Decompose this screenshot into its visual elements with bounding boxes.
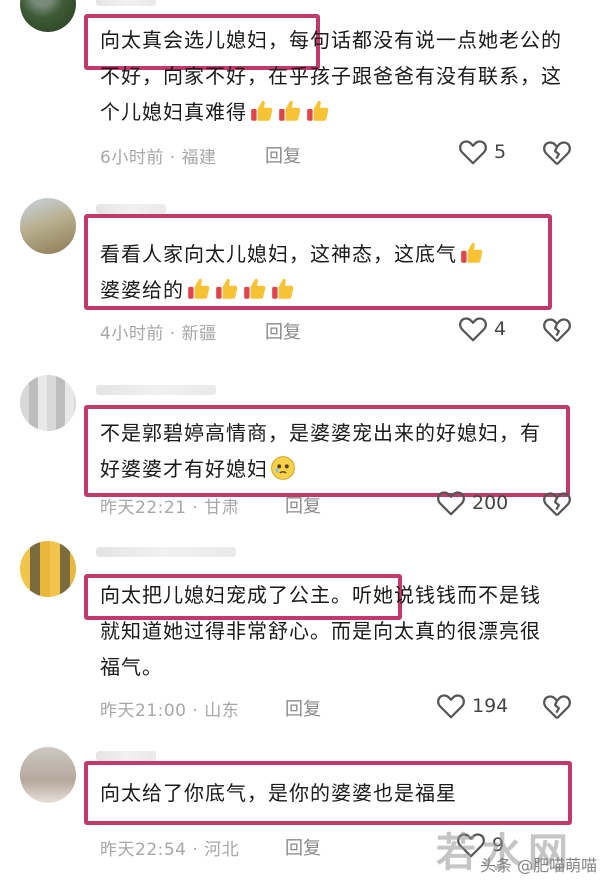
heart-outline-icon: [437, 491, 465, 516]
broken-heart-icon[interactable]: [542, 316, 572, 344]
meta-separator: ·: [163, 324, 182, 344]
avatar[interactable]: [20, 747, 76, 803]
like-count: 194: [472, 695, 509, 717]
avatar[interactable]: [20, 541, 76, 597]
reply-button[interactable]: 回复: [265, 318, 301, 344]
comment-time: 昨天22:21: [100, 498, 187, 518]
watermark-caption: 头条 @肥喵萌喵: [480, 856, 598, 875]
username-blurred: [96, 204, 166, 214]
comment-time: 4小时前: [100, 324, 164, 344]
thumbs-up-emoji-icon: [279, 100, 301, 121]
like-button[interactable]: 5: [458, 138, 506, 166]
like-button[interactable]: 200: [436, 489, 508, 517]
reply-button[interactable]: 回复: [285, 695, 321, 721]
avatar[interactable]: [20, 375, 76, 431]
comment-text-body: 向太真会选儿媳妇，每句话都没有说一点她老公的不好，向家不好，在乎孩子跟爸爸有没有…: [100, 28, 562, 124]
comment-text-body: 不是郭碧婷高情商，是婆婆宠出来的好媳妇，有好婆婆才有好媳妇: [100, 421, 541, 481]
heart-outline-icon: [437, 694, 465, 719]
meta-separator: ·: [186, 701, 205, 721]
comment-1: 向太真会选儿媳妇，每句话都没有说一点她老公的不好，向家不好，在乎孩子跟爸爸有没有…: [0, 0, 600, 190]
reply-button[interactable]: 回复: [285, 834, 321, 860]
thumbs-up-emoji-icon: [272, 278, 294, 299]
broken-heart-icon[interactable]: [542, 490, 572, 518]
comment-4: 向太把儿媳妇宠成了公主。听她说钱钱而不是钱就知道她过得非常舒心。而是向太真的很漂…: [0, 535, 600, 735]
thumbs-up-emoji-icon: [307, 100, 329, 121]
thumbs-up-emoji-icon: [188, 278, 210, 299]
comment-location: 甘肃: [204, 498, 240, 518]
comment-time: 6小时前: [100, 148, 164, 168]
like-count: 5: [494, 141, 507, 163]
comment-location: 河北: [204, 840, 240, 860]
comment-text-body: 向太把儿媳妇宠成了公主。听她说钱钱而不是钱就知道她过得非常舒心。而是向太真的很漂…: [100, 583, 541, 679]
reply-button[interactable]: 回复: [285, 492, 321, 518]
comment-text: 向太真会选儿媳妇，每句话都没有说一点她老公的不好，向家不好，在乎孩子跟爸爸有没有…: [100, 22, 578, 130]
avatar[interactable]: [20, 0, 76, 32]
comment-location: 山东: [204, 701, 240, 721]
broken-heart-icon[interactable]: [542, 139, 572, 167]
comment-3: 不是郭碧婷高情商，是婆婆宠出来的好媳妇，有好婆婆才有好媳妇 昨天22:21 · …: [0, 365, 600, 535]
comment-text-line2: 婆婆给的: [100, 278, 184, 302]
thumbs-up-emoji-icon: [461, 242, 483, 263]
like-count: 4: [494, 318, 507, 340]
comment-time: 昨天21:00: [100, 701, 187, 721]
username-blurred: [96, 0, 156, 6]
like-count: 200: [472, 492, 509, 514]
comment-text: 不是郭碧婷高情商，是婆婆宠出来的好媳妇，有好婆婆才有好媳妇: [100, 415, 560, 487]
like-button[interactable]: 194: [436, 692, 508, 720]
comment-meta: 昨天22:21 · 甘肃: [100, 493, 239, 518]
comment-text: 向太把儿媳妇宠成了公主。听她说钱钱而不是钱就知道她过得非常舒心。而是向太真的很漂…: [100, 577, 560, 685]
heart-outline-icon: [459, 140, 487, 165]
thumbs-up-emoji-icon: [244, 278, 266, 299]
comment-text: 看看人家向太儿媳妇，这神态，这底气 婆婆给的: [100, 236, 560, 308]
comment-location: 新疆: [181, 324, 217, 344]
reply-button[interactable]: 回复: [265, 142, 301, 168]
comment-meta: 昨天22:54 · 河北: [100, 835, 239, 860]
thumbs-up-emoji-icon: [216, 278, 238, 299]
broken-heart-icon[interactable]: [542, 693, 572, 721]
comment-text-body: 向太给了你底气，是你的婆婆也是福星: [100, 781, 457, 805]
comment-text-body: 看看人家向太儿媳妇，这神态，这底气: [100, 242, 457, 266]
like-button[interactable]: 4: [458, 315, 506, 343]
thumbs-up-emoji-icon: [251, 100, 273, 121]
username-blurred: [96, 547, 236, 557]
comment-meta: 4小时前 · 新疆: [100, 319, 217, 344]
meta-separator: ·: [186, 840, 205, 860]
comment-2: 看看人家向太儿媳妇，这神态，这底气 婆婆给的 4小时前 · 新疆 回复 4: [0, 190, 600, 365]
avatar[interactable]: [20, 198, 76, 254]
heart-outline-icon: [459, 317, 487, 342]
meta-separator: ·: [186, 498, 205, 518]
comment-text: 向太给了你底气，是你的婆婆也是福星: [100, 775, 560, 811]
moved-face-emoji-icon: [271, 456, 295, 480]
meta-separator: ·: [163, 148, 182, 168]
username-blurred: [96, 751, 156, 761]
comment-meta: 6小时前 · 福建: [100, 143, 217, 168]
comment-time: 昨天22:54: [100, 840, 187, 860]
username-blurred: [96, 385, 216, 395]
comment-location: 福建: [181, 148, 217, 168]
comment-meta: 昨天21:00 · 山东: [100, 696, 239, 721]
